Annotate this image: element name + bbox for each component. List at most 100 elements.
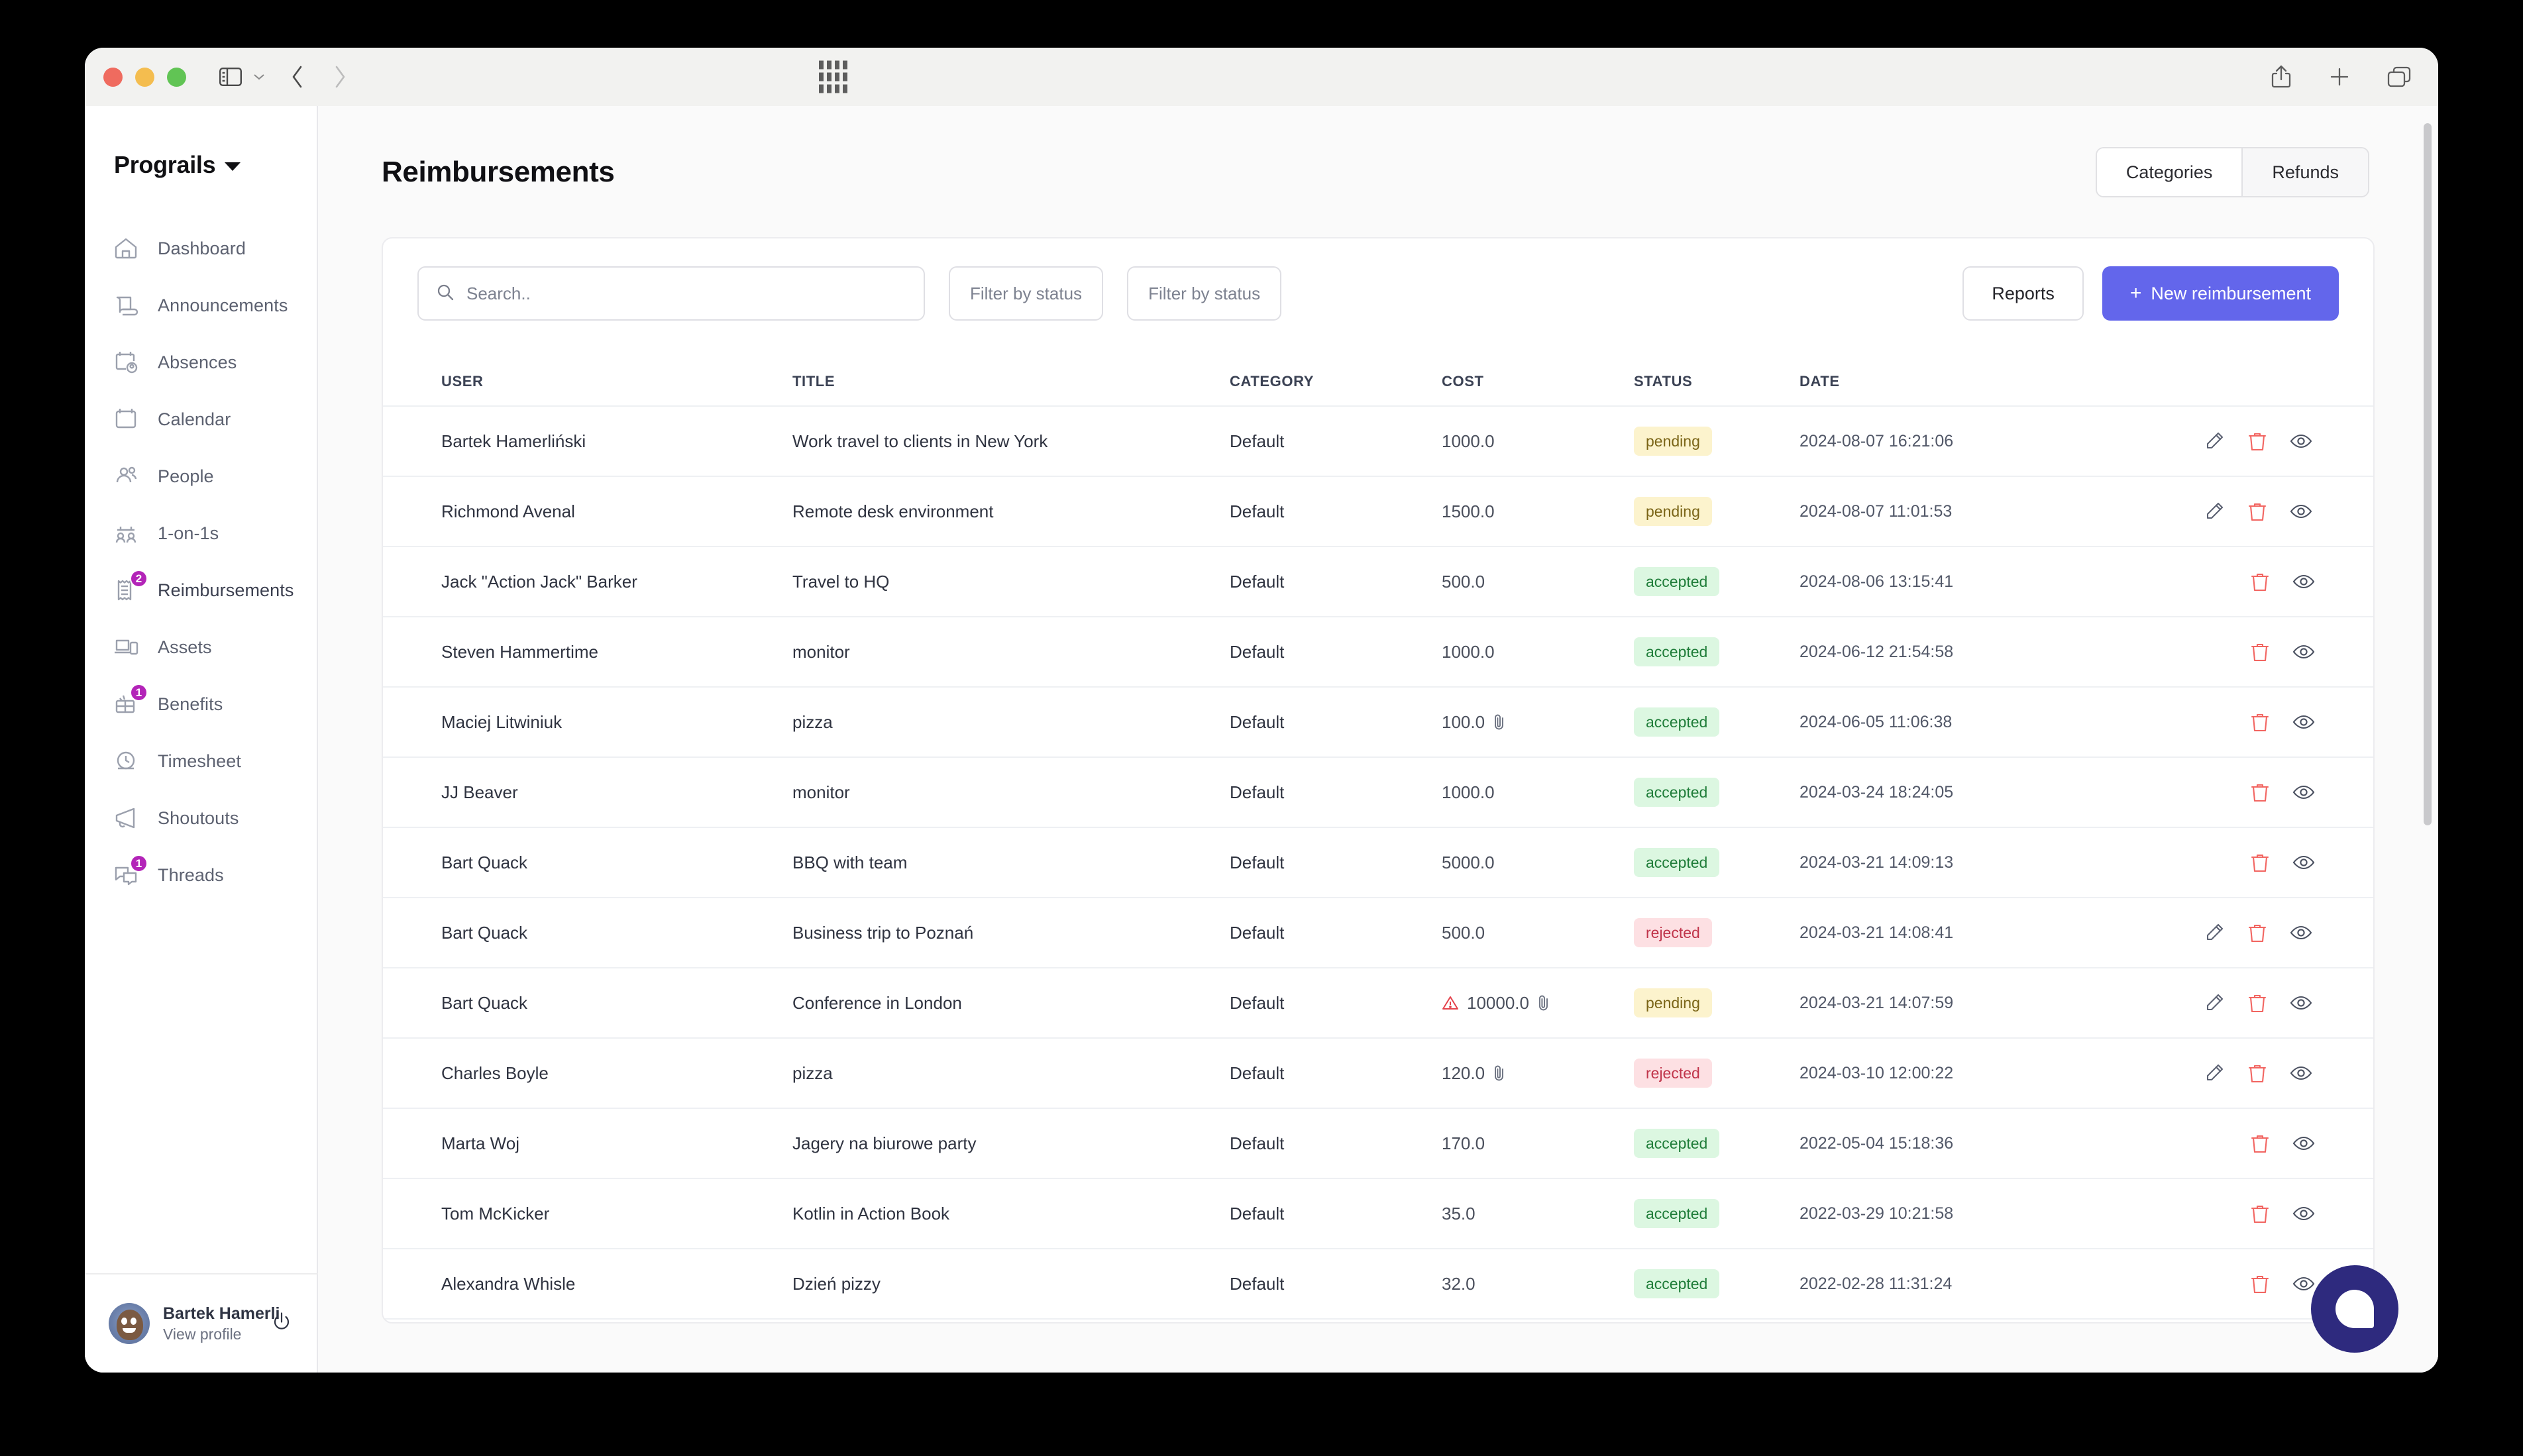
attachment-icon[interactable] <box>1493 1065 1506 1082</box>
eye-icon[interactable] <box>2290 433 2312 450</box>
share-icon[interactable] <box>2270 64 2292 89</box>
trash-icon[interactable] <box>2250 641 2270 662</box>
table-row[interactable]: Bart Quack BBQ with team Default 5000.0 acce… <box>383 827 2373 897</box>
trash-icon[interactable] <box>2250 1203 2270 1224</box>
cost-value: 170.0 <box>1442 1133 1485 1153</box>
eye-icon[interactable] <box>2290 503 2312 520</box>
table-row[interactable]: Alexandra Whisle Dzień pizzy Default 32.0 ac… <box>383 1248 2373 1318</box>
cell-status: accepted <box>1634 637 1799 666</box>
table-row[interactable]: Bartek Hamerliński Work travel to clients… <box>383 405 2373 476</box>
table-row[interactable]: Marcin SlipperBlue mondayDefault38.0acce… <box>383 1318 2373 1322</box>
table-row[interactable]: Bart Quack Business trip to Poznań Default… <box>383 897 2373 967</box>
minimize-window-button[interactable] <box>135 67 154 87</box>
sidebar-item-absences[interactable]: Absences <box>85 334 317 391</box>
cost-value: 100.0 <box>1442 711 1485 732</box>
cell-date: 2024-03-21 14:07:59 <box>1799 993 1954 1012</box>
attachment-icon[interactable] <box>1493 713 1506 731</box>
eye-icon[interactable] <box>2292 713 2315 731</box>
table-row[interactable]: Tom McKicker Kotlin in Action Book Default… <box>383 1178 2373 1248</box>
table-row[interactable]: Steven Hammertime monitor Default 1000.0 acc… <box>383 616 2373 686</box>
cell-cost: 120.0 <box>1442 1063 1634 1084</box>
status-badge: pending <box>1634 427 1712 456</box>
table-row[interactable]: Marta Woj Jagery na biurowe party Default 1… <box>383 1108 2373 1178</box>
reports-button[interactable]: Reports <box>1962 266 2084 321</box>
table-body: Bartek Hamerliński Work travel to clients… <box>383 405 2373 1322</box>
table-row[interactable]: Richmond Avenal Remote desk environment De… <box>383 476 2373 546</box>
tab-refunds[interactable]: Refunds <box>2241 148 2368 196</box>
eye-icon[interactable] <box>2292 1135 2315 1152</box>
scrollbar-thumb[interactable] <box>2424 123 2432 825</box>
filter-by-status-two[interactable]: Filter by status <box>1127 266 1282 321</box>
table-row[interactable]: Jack "Action Jack" Barker Travel to HQ Def… <box>383 546 2373 616</box>
power-icon[interactable] <box>270 1311 293 1337</box>
trash-icon[interactable] <box>2250 1133 2270 1154</box>
new-tab-plus-icon[interactable] <box>2328 66 2351 88</box>
cost-value: 5000.0 <box>1442 852 1495 872</box>
tab-overview-icon[interactable] <box>2387 66 2412 88</box>
trash-icon[interactable] <box>2247 501 2267 522</box>
search-field[interactable] <box>417 266 925 321</box>
page-scrollbar[interactable] <box>2424 123 2432 1355</box>
trash-icon[interactable] <box>2247 431 2267 452</box>
cell-user: Bart Quack <box>441 852 528 872</box>
eye-icon[interactable] <box>2292 784 2315 801</box>
sidebar-item-shoutouts[interactable]: Shoutouts <box>85 790 317 847</box>
sidebar-item-threads[interactable]: 1 Threads <box>85 847 317 904</box>
user-profile-card[interactable]: Bartek Hamerli View profile <box>85 1273 318 1373</box>
back-arrow-icon[interactable] <box>290 64 305 89</box>
view-profile-link[interactable]: View profile <box>163 1326 280 1343</box>
table-row[interactable]: Bart Quack Conference in London Default 100… <box>383 967 2373 1037</box>
cost-value: 500.0 <box>1442 571 1485 592</box>
trash-icon[interactable] <box>2250 711 2270 733</box>
app-grid-icon[interactable] <box>819 60 847 93</box>
eye-icon[interactable] <box>2292 1205 2315 1222</box>
workspace-switcher[interactable]: Prograils <box>114 151 317 179</box>
sidebar-item-reimbursements[interactable]: 2 Reimbursements <box>85 562 317 619</box>
eye-icon[interactable] <box>2290 1065 2312 1082</box>
cell-actions <box>2204 852 2373 873</box>
new-reimbursement-button[interactable]: + New reimbursement <box>2102 266 2339 321</box>
filter-by-status-one[interactable]: Filter by status <box>949 266 1104 321</box>
eye-icon[interactable] <box>2292 854 2315 871</box>
cell-user: Charles Boyle <box>441 1063 549 1083</box>
sidebar-item-assets[interactable]: Assets <box>85 619 317 676</box>
trash-icon[interactable] <box>2250 782 2270 803</box>
eye-icon[interactable] <box>2290 994 2312 1012</box>
cell-title: Travel to HQ <box>792 571 890 592</box>
eye-icon[interactable] <box>2292 1275 2315 1292</box>
sidebar-toggle-icon[interactable] <box>219 68 242 86</box>
close-window-button[interactable] <box>103 67 123 87</box>
forward-arrow-icon[interactable] <box>332 64 348 89</box>
chat-launcher-button[interactable] <box>2311 1265 2398 1353</box>
pencil-icon[interactable] <box>2204 992 2225 1014</box>
sidebar-item-benefits[interactable]: 1 Benefits <box>85 676 317 733</box>
eye-icon[interactable] <box>2290 924 2312 941</box>
pencil-icon[interactable] <box>2204 501 2225 522</box>
trash-icon[interactable] <box>2247 992 2267 1014</box>
trash-icon[interactable] <box>2247 1063 2267 1084</box>
main-content: Reimbursements Categories Refunds Search… <box>318 106 2438 1373</box>
eye-icon[interactable] <box>2292 573 2315 590</box>
table-row[interactable]: Maciej Litwiniuk pizza Default 100.0 accepte… <box>383 686 2373 756</box>
tab-categories[interactable]: Categories <box>2096 148 2242 196</box>
search-input[interactable] <box>466 283 890 304</box>
table-row[interactable]: Charles Boyle pizza Default 120.0 rejected 20… <box>383 1037 2373 1108</box>
maximize-window-button[interactable] <box>167 67 186 87</box>
sidebar-item-dashboard[interactable]: Dashboard <box>85 220 317 277</box>
sidebar-item-calendar[interactable]: Calendar <box>85 391 317 448</box>
trash-icon[interactable] <box>2250 571 2270 592</box>
trash-icon[interactable] <box>2247 922 2267 943</box>
sidebar-item-announcements[interactable]: Announcements <box>85 277 317 334</box>
trash-icon[interactable] <box>2250 1273 2270 1294</box>
chevron-down-icon[interactable] <box>252 72 266 81</box>
attachment-icon[interactable] <box>1537 994 1550 1012</box>
pencil-icon[interactable] <box>2204 431 2225 452</box>
sidebar-item-timesheet[interactable]: Timesheet <box>85 733 317 790</box>
pencil-icon[interactable] <box>2204 922 2225 943</box>
table-row[interactable]: JJ Beaver monitor Default 1000.0 accepted 202… <box>383 756 2373 827</box>
sidebar-item-people[interactable]: People <box>85 448 317 505</box>
eye-icon[interactable] <box>2292 643 2315 660</box>
pencil-icon[interactable] <box>2204 1063 2225 1084</box>
sidebar-item-1-on-1s[interactable]: 1-on-1s <box>85 505 317 562</box>
trash-icon[interactable] <box>2250 852 2270 873</box>
